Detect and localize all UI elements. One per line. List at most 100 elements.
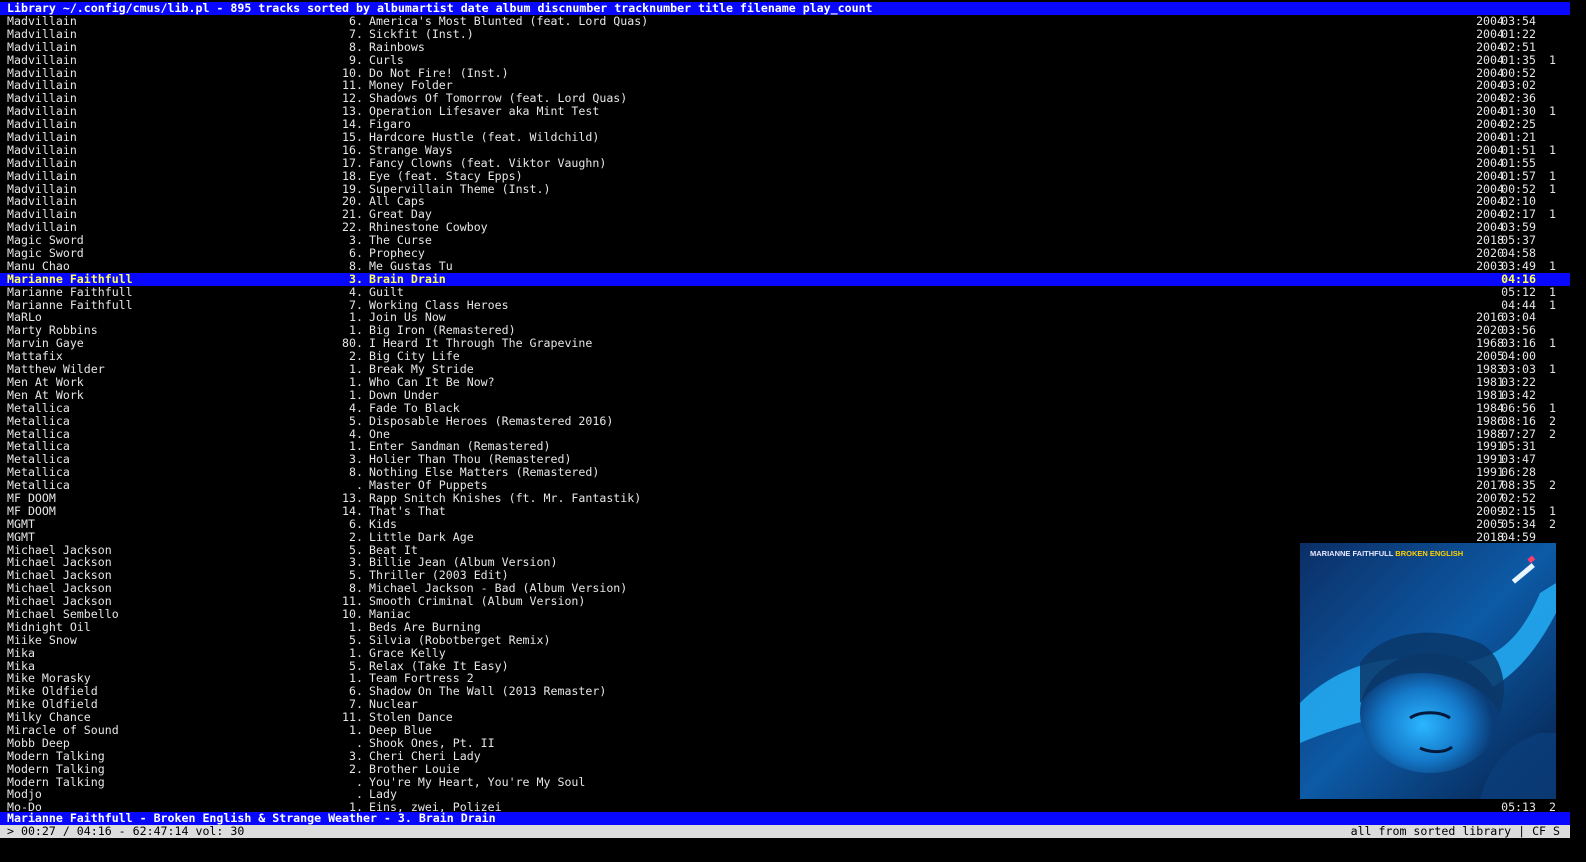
track-row[interactable]: Madvillain 10. Do Not Fire! (Inst.) 2004 00:… [0, 66, 1570, 80]
track-year: 2018 [1476, 529, 1504, 544]
track-title: Sickfit (Inst.) [369, 26, 474, 41]
track-row[interactable]: Matthew Wilder 1. Break My Stride 1983 03:03… [0, 363, 1570, 376]
track-title: Who Can It Be Now? [369, 374, 495, 389]
track-duration: 03:54 [1501, 14, 1536, 28]
now-playing-bar: Marianne Faithfull - Broken English & St… [0, 812, 1570, 825]
track-row[interactable]: MGMT 6. Kids 2005 05:34 2 [0, 516, 1570, 531]
track-row[interactable]: Marvin Gaye 80. I Heard It Through The Gra… [0, 337, 1570, 350]
track-artist: MGMT [7, 529, 35, 544]
track-artist: Men At Work [7, 387, 84, 402]
track-row[interactable]: MGMT 2. Little Dark Age 2018 04:59 [0, 529, 1570, 544]
track-row[interactable]: Metallica 4. Fade To Black 1984 06:56 1 [0, 400, 1570, 415]
album-cover-image [1300, 543, 1556, 799]
track-duration: 03:42 [1501, 387, 1536, 402]
track-row[interactable]: Madvillain 20. All Caps 2004 02:10 [0, 195, 1570, 208]
track-number: 3. [349, 271, 363, 286]
track-year: 2004 [1476, 142, 1504, 157]
track-artist: Michael Sembello [7, 606, 119, 621]
track-play-count: 1 [1549, 168, 1556, 183]
track-row[interactable]: Marianne Faithfull 4. Guilt 05:12 1 [0, 284, 1570, 299]
track-row[interactable]: Metallica 5. Disposable Heroes (Remastered… [0, 413, 1570, 428]
track-row[interactable]: Metallica 1. Enter Sandman (Remastered) 199… [0, 440, 1570, 453]
track-title: America's Most Blunted (feat. Lord Quas) [369, 14, 649, 28]
track-row[interactable]: Marianne Faithfull 7. Working Class Heroes… [0, 298, 1570, 312]
track-title: Grace Kelly [369, 645, 446, 660]
track-row[interactable]: Manu Chao 8. Me Gustas Tu 2003 03:49 1 [0, 260, 1570, 273]
track-artist: Mobb Deep [7, 735, 70, 750]
track-row[interactable]: Madvillain 13. Operation Lifesaver aka Min… [0, 105, 1570, 118]
track-row[interactable]: Metallica 4. One 1988 07:27 2 [0, 427, 1570, 441]
track-year: 1981 [1476, 374, 1504, 389]
track-title: Fade To Black [369, 400, 460, 415]
track-row[interactable]: Metallica 3. Holier Than Thou (Remastered)… [0, 453, 1570, 466]
track-artist: Madvillain [7, 26, 77, 41]
track-row[interactable]: Madvillain 19. Supervillain Theme (Inst.) 2… [0, 182, 1570, 196]
track-number: 1. [349, 645, 363, 660]
track-row[interactable]: Madvillain 15. Hardcore Hustle (feat. Wild… [0, 131, 1570, 144]
track-number: 1. [349, 722, 363, 737]
track-number: 2. [349, 529, 363, 544]
track-title: Deep Blue [369, 722, 432, 737]
track-number: 6. [349, 516, 363, 531]
track-row[interactable]: Madvillain 16. Strange Ways 2004 01:51 1 [0, 144, 1570, 157]
track-row[interactable]: Metallica. Master Of Puppets 2017 08:35 2 [0, 479, 1570, 492]
track-row[interactable]: Madvillain 21. Great Day 2004 02:17 1 [0, 208, 1570, 221]
track-artist: Madvillain [7, 168, 77, 183]
track-row[interactable]: Madvillain 12. Shadows Of Tomorrow (feat. … [0, 92, 1570, 105]
track-row[interactable]: Madvillain 22. Rhinestone Cowboy 2004 03:59 [0, 221, 1570, 234]
track-number: 13. [342, 490, 363, 505]
track-title: Silvia (Robotberget Remix) [369, 632, 551, 647]
track-duration: 02:51 [1501, 39, 1536, 54]
album-art-caption: MARIANNE FAITHFULL BROKEN ENGLISH [1310, 549, 1463, 558]
track-row[interactable]: Madvillain 9. Curls 2004 01:35 1 [0, 52, 1570, 67]
track-row[interactable]: Marty Robbins 1. Big Iron (Remastered) 2020… [0, 324, 1570, 337]
track-number: 8. [349, 258, 363, 273]
track-row[interactable]: MF DOOM 14. That's That 2009 02:15 1 [0, 503, 1570, 518]
track-row[interactable]: Madvillain 8. Rainbows 2004 02:51 [0, 39, 1570, 54]
track-row[interactable]: Madvillain 6. America's Most Blunted (feat… [0, 15, 1570, 28]
track-row[interactable]: Madvillain 7. Sickfit (Inst.) 2004 01:22 [0, 26, 1570, 41]
track-row[interactable]: MF DOOM 13. Rapp Snitch Knishes (ft. Mr. F… [0, 492, 1570, 505]
track-year: 1984 [1476, 400, 1504, 415]
track-row-selected[interactable]: Marianne Faithfull 3. Brain Drain 04:16 [0, 271, 1570, 286]
track-year: 2004 [1476, 26, 1504, 41]
track-row[interactable]: MaRLo 1. Join Us Now 2016 03:04 [0, 311, 1570, 324]
track-artist: MF DOOM [7, 490, 56, 505]
track-row[interactable]: Mattafix 2. Big City Life 2005 04:00 [0, 350, 1570, 363]
track-play-count: 1 [1549, 503, 1556, 518]
track-row[interactable]: Madvillain 14. Figaro 2004 02:25 [0, 118, 1570, 131]
track-number: 5. [349, 413, 363, 428]
track-play-count: 1 [1549, 400, 1556, 415]
track-row[interactable]: Madvillain 17. Fancy Clowns (feat. Viktor … [0, 155, 1570, 170]
track-artist: Madvillain [7, 39, 77, 54]
track-number: 1. [349, 387, 363, 402]
track-number: 3. [349, 748, 363, 763]
track-title: Cheri Cheri Lady [369, 748, 481, 763]
track-duration: 01:35 [1501, 52, 1536, 67]
track-row[interactable]: Magic Sword 3. The Curse 2018 05:37 [0, 234, 1570, 247]
track-row[interactable]: Magic Sword 6. Prophecy 2020 04:58 [0, 247, 1570, 260]
track-number: 15. [342, 130, 363, 145]
track-year: 2004 [1476, 52, 1504, 67]
playback-status: > 00:27 / 04:16 - 62:47:14 vol: 30 [7, 824, 245, 838]
track-row[interactable]: Men At Work 1. Down Under 1981 03:42 [0, 387, 1570, 402]
track-year: 2009 [1476, 503, 1504, 518]
library-title-bar: Library ~/.config/cmus/lib.pl - 895 trac… [0, 2, 1570, 15]
track-year: 2004 [1476, 155, 1504, 170]
track-title: Rainbows [369, 39, 425, 54]
play-mode-status: all from sorted library | CF S [1350, 824, 1560, 838]
track-play-count: 2 [1549, 516, 1556, 531]
track-duration: 03:22 [1501, 374, 1536, 389]
track-duration: 05:12 [1501, 284, 1536, 299]
track-year: 2004 [1476, 130, 1504, 145]
track-play-count: 1 [1549, 104, 1556, 119]
track-row[interactable]: Madvillain 18. Eye (feat. Stacy Epps) 2004 0… [0, 168, 1570, 183]
track-artist: Metallica [7, 413, 70, 428]
track-row[interactable]: Men At Work 1. Who Can It Be Now? 1981 03:22 [0, 376, 1570, 389]
track-title: Hardcore Hustle (feat. Wildchild) [369, 130, 600, 145]
status-line: > 00:27 / 04:16 - 62:47:14 vol: 30 all f… [0, 825, 1570, 838]
track-number: 18. [342, 168, 363, 183]
track-play-count: 1 [1549, 207, 1556, 222]
track-row[interactable]: Madvillain 11. Money Folder 2004 03:02 [0, 79, 1570, 92]
track-row[interactable]: Metallica 8. Nothing Else Matters (Remaste… [0, 466, 1570, 479]
